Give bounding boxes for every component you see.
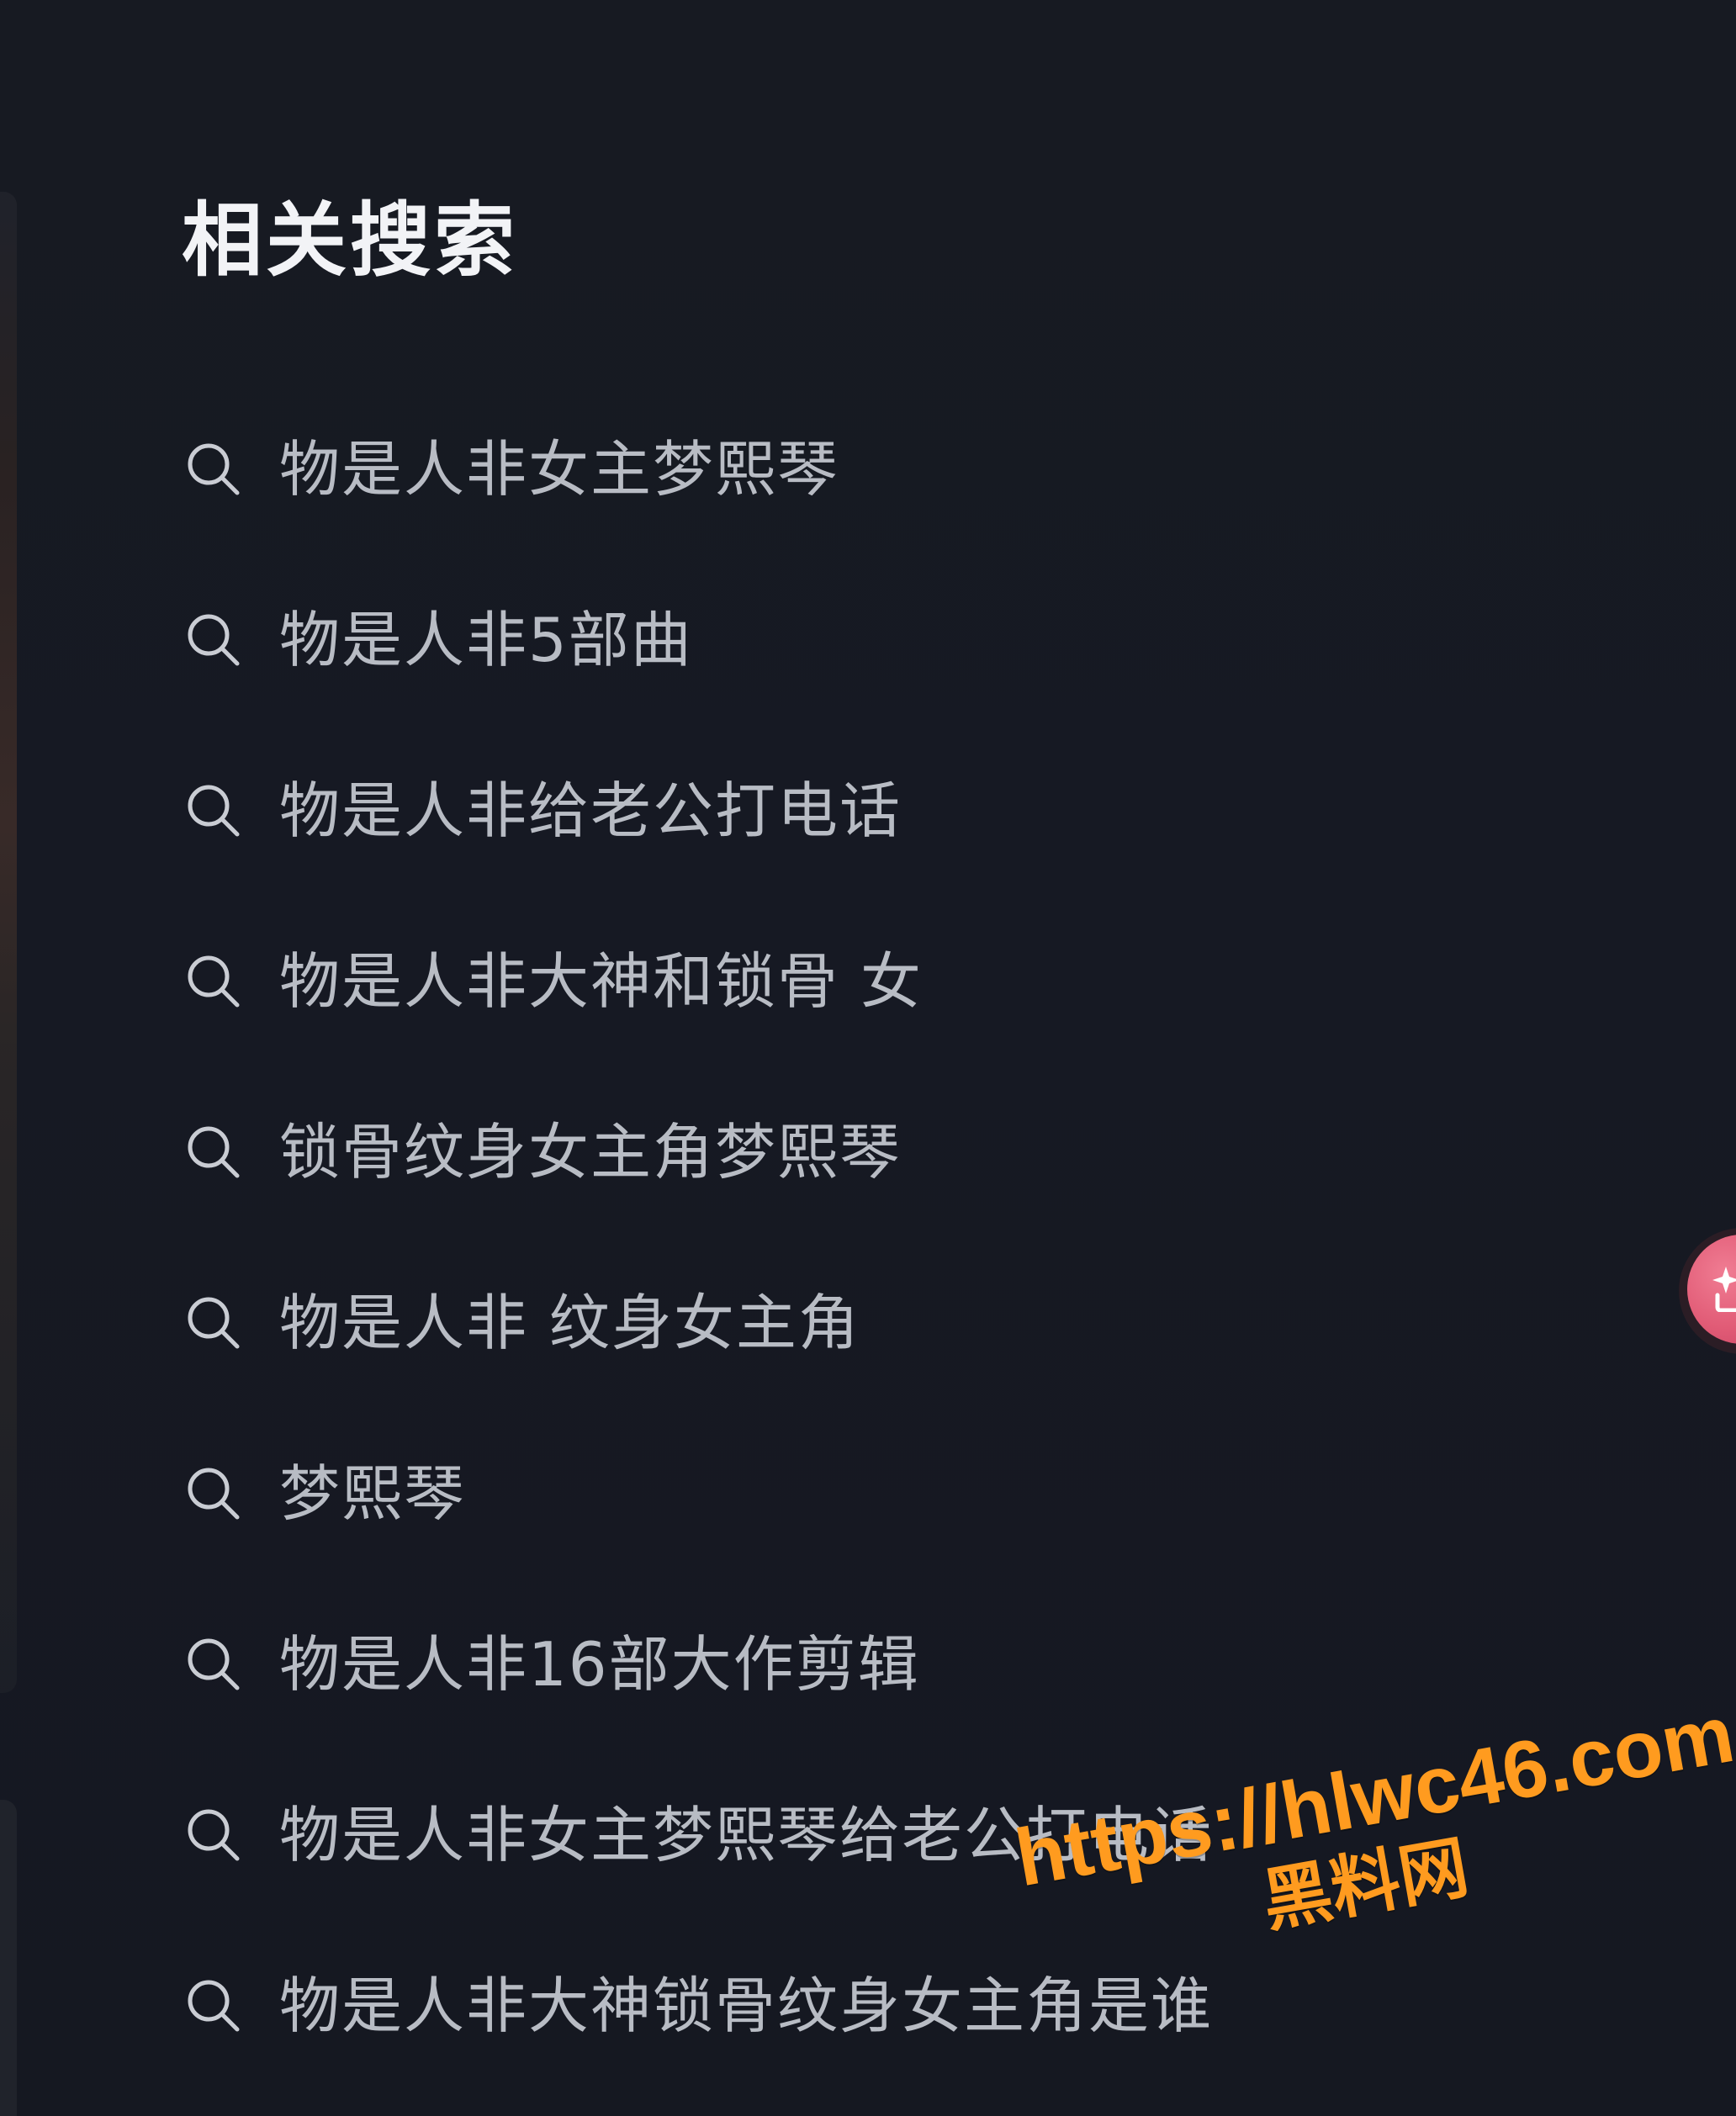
search-suggestion-item[interactable]: 梦熙琴 bbox=[182, 1408, 1662, 1579]
search-suggestion-item[interactable]: 物是人非大神锁骨纹身女主角是谁 bbox=[182, 1920, 1662, 2091]
search-icon bbox=[188, 443, 240, 495]
search-suggestion-label: 物是人非给老公打电话 bbox=[279, 775, 902, 846]
search-suggestion-item[interactable]: 物是人非16部大作剪辑 bbox=[182, 1579, 1662, 1749]
search-suggestion-label: 物是人非大神锁骨纹身女主角是谁 bbox=[279, 1970, 1214, 2041]
search-icon bbox=[188, 1638, 240, 1690]
left-panel-edge-lower bbox=[0, 1800, 17, 2116]
search-suggestion-item[interactable]: 物是人非给老公打电话 bbox=[182, 725, 1662, 896]
search-suggestion-label: 物是人非16部大作剪辑 bbox=[279, 1628, 920, 1700]
search-suggestion-item[interactable]: 物是人非 纹身女主角 bbox=[182, 1237, 1662, 1408]
search-suggestion-item[interactable]: 物是人非大神和锁骨 女 bbox=[182, 896, 1662, 1066]
search-suggestion-label: 物是人非大神和锁骨 女 bbox=[279, 945, 923, 1017]
floating-sparkle-button[interactable] bbox=[1679, 1228, 1736, 1354]
search-icon bbox=[188, 785, 240, 836]
search-suggestion-label: 梦熙琴 bbox=[279, 1457, 467, 1529]
search-icon bbox=[188, 955, 240, 1007]
search-suggestion-label: 物是人非 纹身女主角 bbox=[279, 1287, 860, 1358]
search-icon bbox=[188, 1809, 240, 1860]
search-icon bbox=[188, 614, 240, 665]
page-title: 相关搜索 bbox=[182, 193, 518, 288]
search-suggestion-item[interactable]: 锁骨纹身女主角梦熙琴 bbox=[182, 1066, 1662, 1237]
search-icon bbox=[188, 1980, 240, 2031]
left-panel-edge bbox=[0, 192, 17, 1693]
search-suggestion-label: 锁骨纹身女主角梦熙琴 bbox=[279, 1116, 902, 1188]
search-suggestion-item[interactable]: 物是人非5部曲 bbox=[182, 554, 1662, 725]
search-icon bbox=[188, 1297, 240, 1348]
sparkle-icon bbox=[1712, 1267, 1736, 1312]
search-suggestion-item[interactable]: 物是人非女主梦熙琴 bbox=[182, 384, 1662, 554]
search-icon bbox=[188, 1468, 240, 1519]
search-page: 相关搜索 物是人非女主梦熙琴 物是人非5部曲 物是人非给老公打电话 物是人非大神… bbox=[0, 0, 1736, 2116]
search-icon bbox=[188, 1126, 240, 1177]
search-suggestion-label: 物是人非女主梦熙琴 bbox=[279, 433, 840, 505]
search-suggestion-label: 物是人非5部曲 bbox=[279, 604, 693, 675]
